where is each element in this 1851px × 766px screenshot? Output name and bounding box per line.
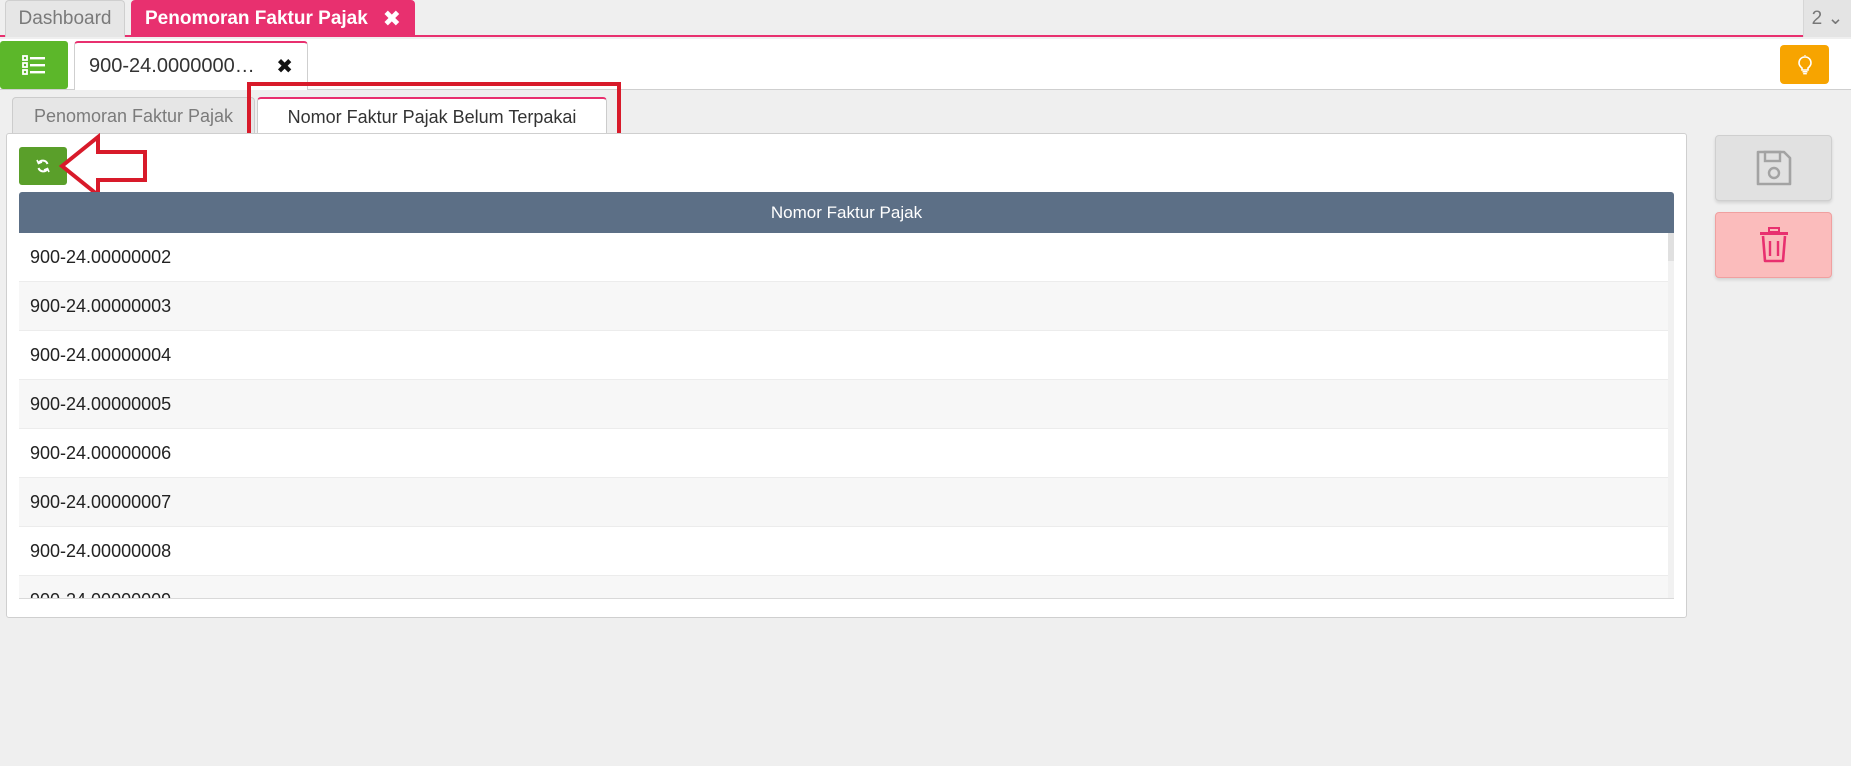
subtab-penomoran-faktur-pajak[interactable]: Penomoran Faktur Pajak	[12, 97, 255, 135]
cell-nomor-faktur: 900-24.00000006	[30, 442, 172, 463]
menu-button[interactable]	[0, 41, 68, 89]
document-tab[interactable]: 900-24.0000000… ✖	[74, 41, 308, 90]
table-row[interactable]: 900-24.00000002	[19, 233, 1669, 282]
annotation-arrow-icon	[58, 133, 147, 199]
table-row[interactable]: 900-24.00000006	[19, 429, 1669, 478]
subtab-label: Penomoran Faktur Pajak	[33, 106, 234, 126]
cell-nomor-faktur: 900-24.00000009	[30, 590, 171, 599]
tab-dashboard-label: Dashboard	[18, 8, 112, 29]
cell-nomor-faktur: 900-24.00000005	[30, 393, 172, 414]
document-tab-label: 900-24.0000000…	[89, 55, 255, 77]
cell-nomor-faktur: 900-24.00000008	[30, 540, 172, 561]
table-row[interactable]: 900-24.00000003	[19, 282, 1669, 331]
subtab-label: Nomor Faktur Pajak Belum Terpakai	[287, 106, 577, 127]
table-row[interactable]: 900-24.00000008	[19, 527, 1669, 576]
trash-icon	[1759, 227, 1788, 263]
grid-scrollbar[interactable]	[1668, 233, 1674, 598]
cell-nomor-faktur: 900-24.00000003	[30, 295, 172, 316]
faktur-grid: Nomor Faktur Pajak 900-24.00000002 900-2…	[19, 192, 1674, 599]
top-tab-bar: Dashboard Penomoran Faktur Pajak ✖ 2 ⌄	[0, 0, 1851, 37]
hint-button[interactable]	[1780, 45, 1829, 84]
grid-scrollbar-thumb[interactable]	[1668, 233, 1674, 261]
table-row[interactable]: 900-24.00000005	[19, 380, 1669, 429]
tab-penomoran-faktur-pajak[interactable]: Penomoran Faktur Pajak ✖	[131, 0, 415, 37]
cell-nomor-faktur: 900-24.00000004	[30, 344, 172, 365]
tab-active-label: Penomoran Faktur Pajak	[145, 7, 368, 29]
tab-dashboard[interactable]: Dashboard	[5, 0, 125, 37]
list-icon	[22, 55, 45, 75]
table-row[interactable]: 900-24.00000009	[19, 576, 1669, 599]
close-tab-icon[interactable]: ✖	[383, 6, 401, 32]
save-icon	[1756, 150, 1791, 186]
table-row[interactable]: 900-24.00000004	[19, 331, 1669, 380]
open-tabs-dropdown[interactable]: 2 ⌄	[1803, 0, 1851, 37]
lightbulb-icon	[1797, 54, 1812, 74]
delete-button[interactable]	[1715, 212, 1832, 278]
subtab-nomor-belum-terpakai[interactable]: Nomor Faktur Pajak Belum Terpakai	[257, 97, 607, 135]
save-button[interactable]	[1715, 135, 1832, 201]
refresh-icon	[36, 159, 50, 173]
column-header-nomor-faktur-pajak[interactable]: Nomor Faktur Pajak	[19, 192, 1674, 233]
cell-nomor-faktur: 900-24.00000002	[30, 246, 172, 267]
cell-nomor-faktur: 900-24.00000007	[30, 491, 172, 512]
close-document-icon[interactable]: ✖	[276, 54, 293, 79]
column-header-label: Nomor Faktur Pajak	[770, 202, 923, 222]
open-tabs-count: 2 ⌄	[1811, 8, 1844, 29]
table-row[interactable]: 900-24.00000007	[19, 478, 1669, 527]
grid-body: 900-24.00000002 900-24.00000003 900-24.0…	[19, 233, 1674, 599]
